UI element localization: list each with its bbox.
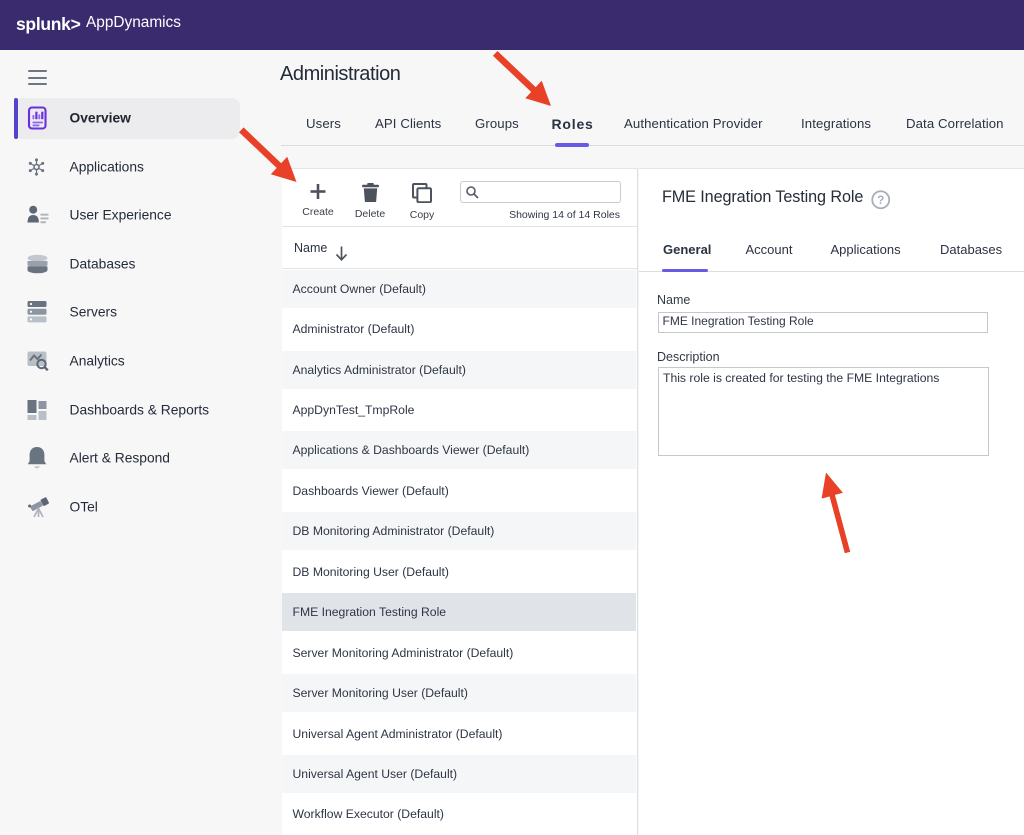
svg-text:?: ? xyxy=(878,195,885,207)
